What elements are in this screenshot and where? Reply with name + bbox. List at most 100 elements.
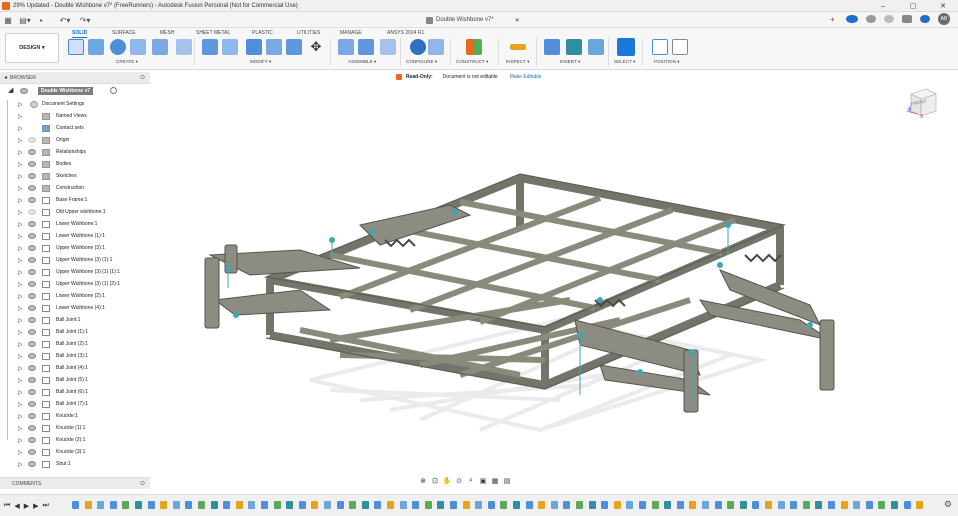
browser-item[interactable]: ▷ Knuckle:1 (0, 410, 150, 422)
expand-arrow-icon[interactable]: ▷ (18, 149, 23, 156)
timeline-feature-icon[interactable] (324, 501, 331, 509)
go-to-start-icon[interactable]: ⏮ (4, 502, 10, 510)
timeline-feature-icon[interactable] (916, 501, 924, 509)
visibility-eye-icon[interactable] (28, 257, 36, 263)
timeline-feature-icon[interactable] (311, 501, 319, 509)
visibility-eye-icon[interactable] (28, 413, 36, 419)
measure-icon[interactable] (510, 44, 526, 50)
timeline-feature-icon[interactable] (361, 501, 369, 509)
expand-arrow-icon[interactable]: ▷ (18, 413, 23, 420)
capture-position-icon[interactable] (652, 39, 668, 55)
browser-item[interactable]: ▷ Knuckle (1):1 (0, 422, 150, 434)
step-back-icon[interactable]: ◀ (14, 502, 19, 510)
group-position[interactable]: POSITION ▾ (654, 59, 680, 65)
grid-settings-icon[interactable]: ▦ (490, 476, 500, 486)
configure-table-icon[interactable] (428, 39, 444, 55)
as-built-joint-icon[interactable] (380, 39, 396, 55)
timeline-feature-icon[interactable] (135, 501, 142, 509)
group-insert[interactable]: INSERT ▾ (560, 59, 580, 65)
visibility-eye-icon[interactable] (28, 329, 36, 335)
expand-arrow-icon[interactable]: ▷ (18, 461, 23, 468)
timeline-feature-icon[interactable] (664, 501, 672, 509)
browser-item[interactable]: ▷ Upper Wishbone (3):1 (0, 242, 150, 254)
browser-item[interactable]: ▷ Lower Wishbone (1):1 (0, 230, 150, 242)
extrude-icon[interactable] (110, 39, 126, 55)
browser-item[interactable]: ▷ Construction (0, 182, 150, 194)
expand-arrow-icon[interactable]: ▷ (18, 125, 23, 132)
timeline-feature-icon[interactable] (878, 501, 886, 509)
visibility-eye-icon[interactable] (28, 317, 36, 323)
expand-arrow-icon[interactable]: ▷ (18, 389, 23, 396)
timeline-feature-icon[interactable] (689, 501, 697, 509)
timeline-feature-icon[interactable] (109, 501, 117, 509)
expand-arrow-icon[interactable]: ▷ (18, 137, 23, 144)
tab-mesh[interactable]: MESH (160, 30, 174, 36)
expand-arrow-icon[interactable]: ▷ (18, 185, 23, 192)
expand-arrow-icon[interactable]: ▷ (18, 449, 23, 456)
browser-item[interactable]: ▷ Ball Joint (2):1 (0, 338, 150, 350)
step-forward-icon[interactable]: ▶ (33, 502, 38, 510)
timeline-feature-icon[interactable] (500, 501, 508, 509)
timeline-feature-icon[interactable] (765, 501, 772, 509)
display-settings-icon[interactable]: ▣ (478, 476, 488, 486)
browser-item[interactable]: ▷ Relationships (0, 146, 150, 158)
timeline-feature-icon[interactable] (172, 501, 180, 509)
joint-icon[interactable] (358, 39, 374, 55)
timeline-feature-icon[interactable] (147, 501, 155, 509)
browser-item[interactable]: ▷ Contact sets (0, 122, 150, 134)
group-create[interactable]: CREATE ▾ (116, 59, 138, 65)
visibility-eye-icon[interactable] (28, 209, 36, 215)
visibility-eye-icon[interactable] (20, 88, 28, 94)
orbit-icon[interactable]: ⊕ (418, 476, 428, 486)
make-editable-button[interactable]: Make Editable (510, 74, 542, 80)
collapse-arrow-icon[interactable]: ◂ (4, 74, 7, 81)
timeline-feature-icon[interactable] (626, 501, 634, 509)
timeline-feature-icon[interactable] (639, 501, 646, 509)
group-configure[interactable]: CONFIGURE ▾ (406, 59, 437, 65)
visibility-eye-icon[interactable] (28, 161, 36, 167)
browser-item[interactable]: ▷ Document Settings (0, 98, 150, 110)
timeline-feature-icon[interactable] (198, 501, 205, 509)
timeline-feature-icon[interactable] (576, 501, 583, 509)
timeline-feature-icon[interactable] (261, 501, 268, 509)
combine-icon[interactable] (286, 39, 302, 55)
visibility-eye-icon[interactable] (28, 353, 36, 359)
visibility-eye-icon[interactable] (28, 449, 36, 455)
expand-arrow-icon[interactable]: ▷ (18, 353, 23, 360)
expand-arrow-icon[interactable]: ▷ (18, 305, 23, 312)
timeline-feature-icon[interactable] (903, 501, 911, 509)
timeline-feature-icon[interactable] (651, 501, 659, 509)
close-button[interactable]: ✕ (928, 0, 958, 12)
visibility-eye-icon[interactable] (28, 377, 36, 383)
browser-item[interactable]: ▷ Ball Joint:1 (0, 314, 150, 326)
timeline-feature-icon[interactable] (72, 501, 79, 509)
group-select[interactable]: SELECT ▾ (614, 59, 635, 65)
mirror-icon[interactable] (176, 39, 192, 55)
visibility-eye-icon[interactable] (28, 341, 36, 347)
data-panel-grid-icon[interactable]: ▦ (3, 15, 13, 25)
wishbone-model-render[interactable] (150, 70, 958, 490)
timeline-feature-icon[interactable] (160, 501, 168, 509)
bell-icon[interactable] (902, 15, 912, 23)
press-pull-icon[interactable] (202, 39, 218, 55)
timeline-items[interactable] (72, 501, 930, 511)
select-icon[interactable] (617, 38, 635, 56)
browser-item[interactable]: ▷ Sketches (0, 170, 150, 182)
browser-item[interactable]: ▷ Upper Wishbone (3) (1) (1):1 (0, 266, 150, 278)
insert-derive-icon[interactable] (544, 39, 560, 55)
visibility-eye-icon[interactable] (28, 293, 36, 299)
expand-arrow-icon[interactable]: ▷ (18, 365, 23, 372)
shell-icon[interactable] (266, 39, 282, 55)
expand-arrow-icon[interactable]: ▷ (18, 377, 23, 384)
browser-item[interactable]: ▷ Ball Joint (6):1 (0, 386, 150, 398)
timeline-feature-icon[interactable] (84, 501, 92, 509)
browser-item[interactable]: ▷ Knuckle (3):1 (0, 446, 150, 458)
tab-utilities[interactable]: UTILITIES (297, 30, 320, 36)
timeline-feature-icon[interactable] (752, 501, 760, 509)
job-status-icon[interactable] (866, 15, 876, 23)
visibility-eye-icon[interactable] (28, 425, 36, 431)
timeline-feature-icon[interactable] (840, 501, 848, 509)
look-at-icon[interactable]: ⊡ (430, 476, 440, 486)
timeline-feature-icon[interactable] (235, 501, 243, 509)
timeline-feature-icon[interactable] (185, 501, 193, 509)
